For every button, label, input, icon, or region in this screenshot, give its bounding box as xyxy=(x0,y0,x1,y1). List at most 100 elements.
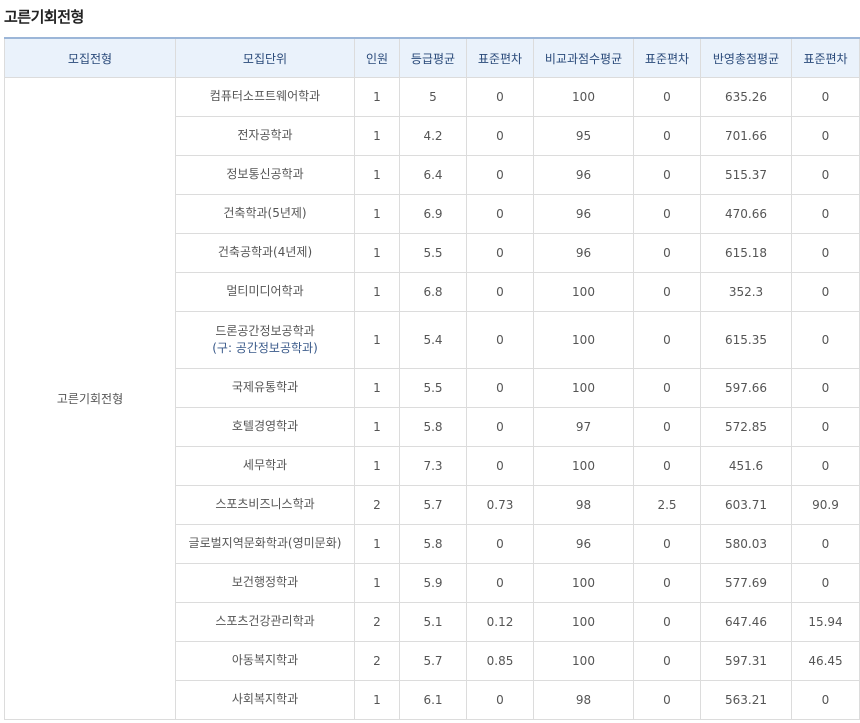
department-name: 스포츠건강관리학과 xyxy=(215,614,315,629)
count-cell: 1 xyxy=(354,680,400,720)
total-score-average-cell: 615.35 xyxy=(700,311,792,369)
page-title: 고른기회전형 xyxy=(4,8,84,26)
grade-std-dev-cell: 0 xyxy=(466,116,534,156)
extracurricular-std-dev-cell: 0 xyxy=(633,77,701,117)
extracurricular-std-dev-cell: 0 xyxy=(633,368,701,408)
grade-average-cell: 5.7 xyxy=(399,485,467,525)
department-cell: 컴퓨터소프트웨어학과 xyxy=(175,77,355,117)
department-name: 아동복지학과 xyxy=(231,653,299,668)
grade-average-cell: 5.9 xyxy=(399,563,467,603)
total-score-average-cell: 647.46 xyxy=(700,602,792,642)
grade-average-cell: 5.7 xyxy=(399,641,467,681)
extracurricular-average-cell: 100 xyxy=(533,446,634,486)
total-score-average-cell: 603.71 xyxy=(700,485,792,525)
extracurricular-std-dev-cell: 0 xyxy=(633,524,701,564)
count-cell: 1 xyxy=(354,272,400,312)
count-cell: 1 xyxy=(354,116,400,156)
extracurricular-average-cell: 96 xyxy=(533,524,634,564)
extracurricular-average-cell: 96 xyxy=(533,194,634,234)
count-cell: 2 xyxy=(354,602,400,642)
count-cell: 2 xyxy=(354,485,400,525)
count-cell: 1 xyxy=(354,194,400,234)
header-extracurricular-average: 비교과점수평균 xyxy=(533,37,634,78)
department-cell: 스포츠비즈니스학과 xyxy=(175,485,355,525)
total-score-std-dev-cell: 0 xyxy=(791,233,860,273)
department-name: 세무학과 xyxy=(242,458,288,473)
grade-average-cell: 6.8 xyxy=(399,272,467,312)
count-cell: 1 xyxy=(354,368,400,408)
total-score-average-cell: 470.66 xyxy=(700,194,792,234)
admission-type-cell: 고른기회전형 xyxy=(4,77,176,720)
total-score-average-cell: 597.31 xyxy=(700,641,792,681)
count-cell: 1 xyxy=(354,407,400,447)
department-name: 국제유통학과 xyxy=(231,380,299,395)
grade-average-cell: 7.3 xyxy=(399,446,467,486)
department-cell: 글로벌지역문화학과(영미문화) xyxy=(175,524,355,564)
total-score-std-dev-cell: 15.94 xyxy=(791,602,860,642)
department-cell: 멀티미디어학과 xyxy=(175,272,355,312)
department-name: 드론공간정보공학과 xyxy=(215,323,315,338)
total-score-average-cell: 597.66 xyxy=(700,368,792,408)
department-name: 글로벌지역문화학과(영미문화) xyxy=(188,536,342,551)
header-count: 인원 xyxy=(354,37,400,78)
extracurricular-std-dev-cell: 0 xyxy=(633,680,701,720)
grade-average-cell: 4.2 xyxy=(399,116,467,156)
total-score-std-dev-cell: 0 xyxy=(791,407,860,447)
extracurricular-average-cell: 98 xyxy=(533,485,634,525)
extracurricular-std-dev-cell: 0 xyxy=(633,446,701,486)
count-cell: 1 xyxy=(354,155,400,195)
department-former-name: (구: 공간정보공학과) xyxy=(212,341,318,355)
grade-std-dev-cell: 0.12 xyxy=(466,602,534,642)
header-total-score-std-dev: 표준편차 xyxy=(791,37,860,78)
total-score-average-cell: 563.21 xyxy=(700,680,792,720)
grade-average-cell: 5.1 xyxy=(399,602,467,642)
count-cell: 1 xyxy=(354,77,400,117)
extracurricular-average-cell: 100 xyxy=(533,368,634,408)
grade-average-cell: 6.9 xyxy=(399,194,467,234)
header-extracurricular-std-dev: 표준편차 xyxy=(633,37,701,78)
department-name: 보건행정학과 xyxy=(231,575,299,590)
extracurricular-average-cell: 97 xyxy=(533,407,634,447)
grade-std-dev-cell: 0 xyxy=(466,563,534,603)
extracurricular-std-dev-cell: 0 xyxy=(633,116,701,156)
total-score-average-cell: 515.37 xyxy=(700,155,792,195)
total-score-std-dev-cell: 0 xyxy=(791,155,860,195)
grade-std-dev-cell: 0 xyxy=(466,311,534,369)
total-score-std-dev-cell: 0 xyxy=(791,194,860,234)
department-cell: 국제유통학과 xyxy=(175,368,355,408)
department-name: 전자공학과 xyxy=(237,128,293,143)
extracurricular-std-dev-cell: 0 xyxy=(633,194,701,234)
grade-average-cell: 6.1 xyxy=(399,680,467,720)
count-cell: 1 xyxy=(354,563,400,603)
total-score-average-cell: 580.03 xyxy=(700,524,792,564)
department-name: 건축공학과(4년제) xyxy=(217,245,313,260)
department-name: 정보통신공학과 xyxy=(226,167,304,182)
extracurricular-std-dev-cell: 2.5 xyxy=(633,485,701,525)
total-score-average-cell: 635.26 xyxy=(700,77,792,117)
count-cell: 1 xyxy=(354,446,400,486)
department-cell: 스포츠건강관리학과 xyxy=(175,602,355,642)
header-grade-average: 등급평균 xyxy=(399,37,467,78)
admissions-result-table: 모집전형 모집단위 인원 등급평균 표준편차 비교과점수평균 표준편차 반영총점… xyxy=(4,37,860,720)
grade-std-dev-cell: 0 xyxy=(466,233,534,273)
grade-average-cell: 5.8 xyxy=(399,524,467,564)
total-score-std-dev-cell: 0 xyxy=(791,116,860,156)
grade-average-cell: 5 xyxy=(399,77,467,117)
extracurricular-average-cell: 100 xyxy=(533,272,634,312)
grade-std-dev-cell: 0 xyxy=(466,155,534,195)
table-header-row: 모집전형 모집단위 인원 등급평균 표준편차 비교과점수평균 표준편차 반영총점… xyxy=(4,37,860,78)
grade-std-dev-cell: 0 xyxy=(466,77,534,117)
department-cell: 건축공학과(4년제) xyxy=(175,233,355,273)
extracurricular-average-cell: 100 xyxy=(533,311,634,369)
department-name: 멀티미디어학과 xyxy=(226,284,304,299)
extracurricular-std-dev-cell: 0 xyxy=(633,602,701,642)
department-cell: 호텔경영학과 xyxy=(175,407,355,447)
header-grade-std-dev: 표준편차 xyxy=(466,37,534,78)
grade-std-dev-cell: 0 xyxy=(466,407,534,447)
department-cell: 세무학과 xyxy=(175,446,355,486)
department-name: 사회복지학과 xyxy=(231,692,299,707)
header-admission-type: 모집전형 xyxy=(4,37,176,78)
grade-average-cell: 6.4 xyxy=(399,155,467,195)
department-cell: 사회복지학과 xyxy=(175,680,355,720)
count-cell: 2 xyxy=(354,641,400,681)
